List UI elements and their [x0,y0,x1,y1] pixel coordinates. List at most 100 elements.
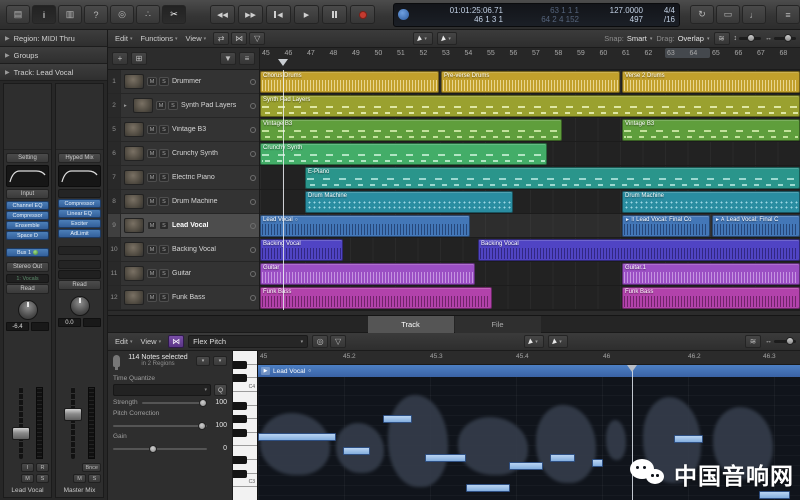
forward-button[interactable]: ▶▶ [238,5,263,24]
pitch-correction-slider[interactable] [113,425,207,427]
track-row-electric-piano[interactable]: 7MSElectric Piano [108,166,259,190]
fader-cap[interactable] [12,427,30,440]
piano-black-key[interactable] [233,429,247,437]
input-monitor-icon[interactable] [250,175,256,181]
editor-region-header[interactable]: ▶ Lead Vocal ○ [258,365,800,377]
track-mute-button[interactable]: M [147,173,157,182]
piano-black-key[interactable] [233,456,247,464]
bar-ruler[interactable]: 4546474849505152535455565758596061626364… [260,48,800,69]
track-solo-button[interactable]: S [159,269,169,278]
track-mute-button[interactable]: M [147,245,157,254]
left-click-tool-menu[interactable]: ▾ [413,32,433,45]
region-drum-machine[interactable]: Drum Machine [305,191,513,213]
region-lead-vocal[interactable]: Lead Vocal○ [260,215,470,237]
volume-value[interactable]: -6.4 [6,322,29,331]
track-mute-button[interactable]: M [147,293,157,302]
eq-thumbnail[interactable] [6,165,49,187]
quick-help-button[interactable]: ? [84,5,108,24]
piano-keyboard[interactable]: C4C3 [233,351,258,500]
piano-black-key[interactable] [233,374,247,382]
gain-slider[interactable] [113,448,207,450]
bnce-button[interactable]: Bnce [82,463,101,472]
inspector-button[interactable]: i [32,5,56,24]
fader-cap[interactable] [64,408,82,421]
plugin-slot-adlimit[interactable]: AdLimit [58,229,101,238]
tab-file[interactable]: File [455,316,541,333]
plugin-slot-linear-eq[interactable]: Linear EQ [58,209,101,218]
mute-button[interactable]: M [73,474,86,483]
lcd-display[interactable]: 01:01:25:06.71 46 1 3 1 63 1 1 1 64 2 4 … [393,3,680,27]
flex-button[interactable]: ⋈ [231,32,247,45]
flex-mode-icon[interactable]: ⋈ [168,335,184,348]
track-solo-button[interactable]: S [159,245,169,254]
pause-button[interactable] [322,5,347,24]
region-funk-bass[interactable]: Funk Bass [260,287,492,309]
track-row-synth-pad-layers[interactable]: 2▸MSSynth Pad Layers [108,94,259,118]
cycle-button[interactable]: ↻ [690,5,714,24]
region-funk-bass[interactable]: Funk Bass [622,287,800,309]
automation-read-button[interactable]: Read [58,280,101,290]
track-zoom-button[interactable]: ≡ [239,52,255,65]
stop-button[interactable]: ◀ [266,5,291,24]
region-backing-vocal[interactable]: Backing Vocal [478,239,800,261]
strength-slider[interactable] [142,402,207,404]
menu-functions[interactable]: Functions▾ [137,34,180,43]
track-solo-button[interactable]: S [159,173,169,182]
track-mute-button[interactable]: M [147,197,157,206]
track-mute-button[interactable]: M [147,125,157,134]
lcd-settings-icon[interactable] [398,9,409,20]
pan-knob[interactable] [18,300,38,320]
menu-view[interactable]: View▾ [183,34,210,43]
waveform-zoom-button[interactable]: ≋ [714,32,730,45]
piano-black-key[interactable] [233,415,247,423]
region-crunchy-synth[interactable]: Crunchy Synth [260,143,547,165]
record-button[interactable] [350,5,375,24]
eq-thumbnail[interactable] [58,165,101,187]
region-play-icon[interactable]: ▶ [261,367,270,375]
filter-button[interactable]: ▽ [330,335,346,348]
selection-options-button[interactable]: ▾ [213,356,227,366]
input-monitor-icon[interactable] [250,223,256,229]
volume-fader[interactable] [6,385,49,461]
flex-pitch-note[interactable] [592,459,603,467]
time-quantize-select[interactable]: ▾ [113,384,211,396]
flex-pitch-note[interactable] [466,484,510,492]
playhead-marker[interactable] [278,59,288,66]
vertical-zoom-slider[interactable]: ↕ [734,35,762,42]
input-monitor-icon[interactable] [250,247,256,253]
editor-command-click-tool-menu[interactable]: ▾ [548,335,568,348]
input-monitor-icon[interactable] [250,103,256,109]
region-chorus-drums[interactable]: Chorus Drums [260,71,439,93]
track-mute-button[interactable]: M [147,77,157,86]
solo-button[interactable]: S [36,474,49,483]
menu-edit[interactable]: Edit▾ [112,34,135,43]
list-editors-button[interactable]: ≡ [776,5,800,24]
flex-pitch-note[interactable] [674,435,703,443]
filter-button[interactable]: ▽ [249,32,265,45]
send-level-knob[interactable] [33,250,38,255]
i-button[interactable]: I [21,463,34,472]
mute-button[interactable]: M [21,474,34,483]
track-solo-button[interactable]: S [159,149,169,158]
plugin-slot-channel-eq[interactable]: Channel EQ [6,201,49,210]
piano-key-b2[interactable] [233,487,257,500]
flex-pitch-note[interactable] [425,454,466,462]
input-button[interactable]: Input [6,189,49,199]
flex-pitch-note[interactable] [509,462,543,470]
groups-inspector-header[interactable]: ▶ Groups [0,47,107,64]
keyboard-button[interactable]: ▤ [6,5,30,24]
region-verse-2-drums[interactable]: Verse 2 Drums [622,71,800,93]
midi-in-button[interactable]: ◎ [312,335,328,348]
flex-pitch-note[interactable] [343,447,370,455]
tab-track[interactable]: Track [368,316,454,333]
plugin-slot-compressor[interactable]: Compressor [6,211,49,220]
horizontal-zoom-slider[interactable]: ↔ [765,35,796,42]
editor-playhead-marker[interactable] [627,365,637,372]
track-mute-button[interactable]: M [147,221,157,230]
group-slot[interactable] [58,270,101,279]
autopunch-button[interactable]: ▭ [716,5,740,24]
track-row-lead-vocal[interactable]: 9MSLead Vocal [108,214,259,238]
volume-value[interactable]: 0.0 [58,318,81,327]
editor-menu-view[interactable]: View▾ [137,337,164,346]
command-click-tool-menu[interactable]: ▾ [437,32,457,45]
